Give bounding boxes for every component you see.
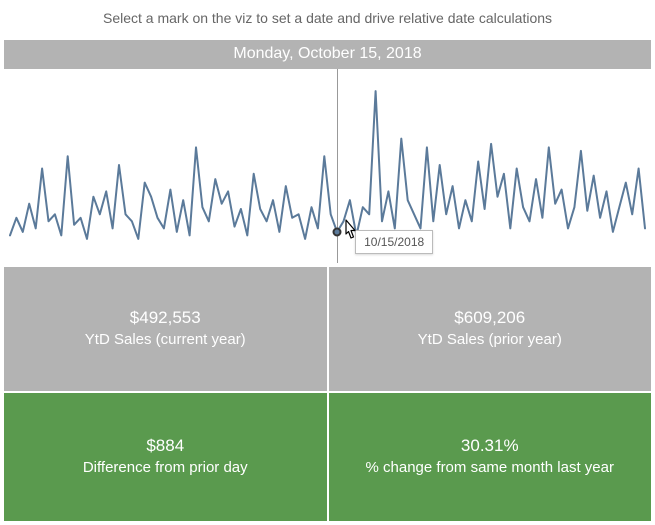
metric-value: $492,553 (130, 307, 201, 330)
tooltip: 10/15/2018 (355, 230, 433, 254)
metric-ytd-prior: $609,206 YtD Sales (prior year) (329, 267, 652, 391)
metric-label: Difference from prior day (83, 458, 248, 478)
metric-label: % change from same month last year (366, 458, 614, 478)
metric-value: $884 (146, 435, 184, 458)
metric-value: $609,206 (454, 307, 525, 330)
selected-date-header: Monday, October 15, 2018 (4, 40, 651, 69)
metric-pct-change: 30.31% % change from same month last yea… (329, 393, 652, 521)
metric-label: YtD Sales (current year) (85, 330, 246, 350)
metric-label: YtD Sales (prior year) (418, 330, 562, 350)
instruction-text: Select a mark on the viz to set a date a… (4, 4, 651, 40)
metric-value: 30.31% (461, 435, 519, 458)
metric-diff-prior-day: $884 Difference from prior day (4, 393, 327, 521)
selected-mark[interactable] (333, 227, 342, 236)
line-chart[interactable]: 10/15/2018 (4, 69, 651, 265)
metric-ytd-current: $492,553 YtD Sales (current year) (4, 267, 327, 391)
